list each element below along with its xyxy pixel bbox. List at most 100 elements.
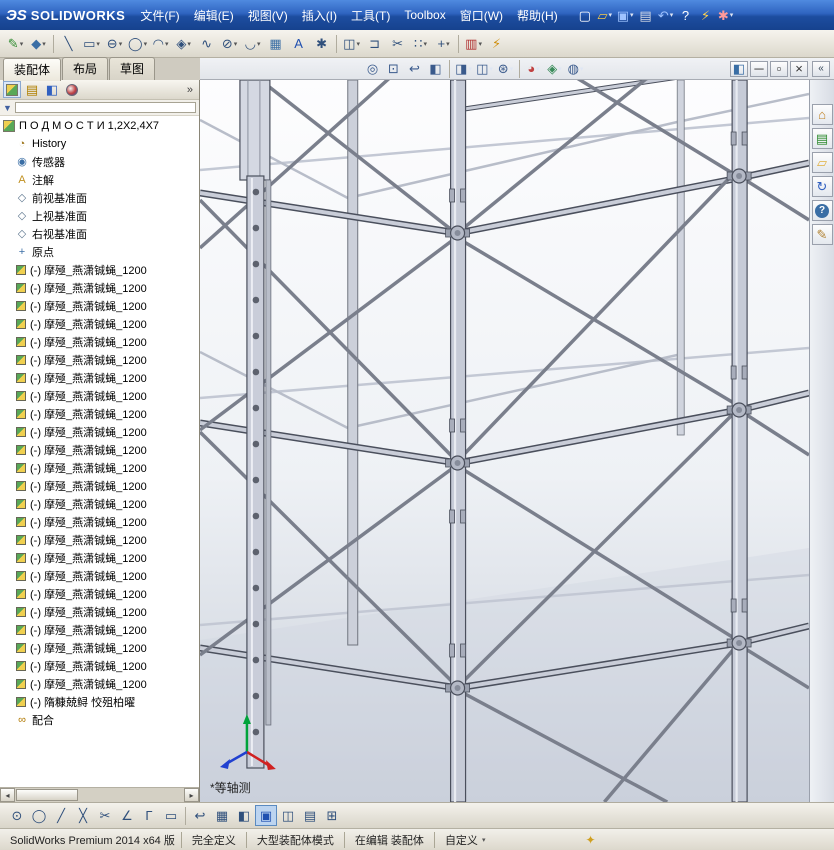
circle-tool-icon[interactable]: ◯: [28, 805, 50, 826]
menubar-item[interactable]: Toolbox: [397, 5, 452, 25]
angle-tool-icon[interactable]: ∠: [116, 805, 138, 826]
tree-component-15[interactable]: (-) 摩殛_燕潇铖蝇_1200: [0, 531, 199, 549]
dropdown-arrow-icon[interactable]: ▾: [187, 40, 191, 48]
slot-icon[interactable]: ⊖ ▾: [103, 32, 126, 55]
tree-item-sensors[interactable]: ◉ 传感器: [0, 153, 199, 171]
dropdown-arrow-icon[interactable]: ▾: [446, 40, 450, 48]
propertymanager-tab-icon[interactable]: ▤: [23, 81, 41, 98]
menubar-item[interactable]: 窗口(W): [453, 4, 510, 27]
help-icon[interactable]: ?: [676, 5, 696, 25]
rebuild-icon[interactable]: ⚡: [696, 5, 716, 25]
assembly-3d-view[interactable]: [200, 80, 809, 802]
configurationmanager-tab-icon[interactable]: ◧: [43, 81, 61, 98]
spline-icon[interactable]: ∿: [195, 32, 218, 55]
grid-icon[interactable]: ▦: [211, 805, 233, 826]
plane-icon[interactable]: ▦: [264, 32, 287, 55]
view-palette-icon[interactable]: ↻: [811, 176, 833, 197]
smart-dimension-icon[interactable]: ◆ ▾: [27, 32, 50, 55]
tree-component-24[interactable]: (-) 隋糠兢鲟 恔殂柏曜: [0, 693, 199, 711]
tree-component-6[interactable]: (-) 摩殛_燕潇铖蝇_1200: [0, 369, 199, 387]
tree-component-17[interactable]: (-) 摩殛_燕潇铖蝇_1200: [0, 567, 199, 585]
tree-component-22[interactable]: (-) 摩殛_燕潇铖蝇_1200: [0, 657, 199, 675]
dropdown-arrow-icon[interactable]: ▾: [42, 40, 46, 48]
view-orientation-icon[interactable]: ◨ ▾: [453, 59, 474, 78]
toolbox-icon[interactable]: ▥ ▾: [462, 32, 485, 55]
edit-appearance-icon[interactable]: ◕ ▾: [523, 59, 544, 78]
tree-component-21[interactable]: (-) 摩殛_燕潇铖蝇_1200: [0, 639, 199, 657]
open-icon[interactable]: ▱ ▾: [595, 5, 615, 25]
dropdown-arrow-icon[interactable]: ▾: [580, 65, 584, 73]
display-pane-icon[interactable]: ◧: [730, 60, 748, 77]
statusbar-custom-dropdown[interactable]: 自定义 ▾: [433, 831, 496, 848]
previous-view-icon[interactable]: ↩: [404, 59, 425, 78]
four-view-button[interactable]: ⊞: [321, 805, 343, 826]
shaded-view-icon[interactable]: ◧: [233, 805, 255, 826]
right-post[interactable]: [731, 80, 748, 802]
tree-component-11[interactable]: (-) 摩殛_燕潇铖蝇_1200: [0, 459, 199, 477]
tree-component-10[interactable]: (-) 摩殛_燕潇铖蝇_1200: [0, 441, 199, 459]
file-explorer-icon[interactable]: ▱: [811, 152, 833, 173]
menubar-item[interactable]: 帮助(H): [510, 4, 565, 27]
new-document-icon[interactable]: ▢: [575, 5, 595, 25]
dropdown-arrow-icon[interactable]: ▾: [257, 40, 261, 48]
undo-icon[interactable]: ↶ ▾: [656, 5, 676, 25]
featuremanager-tab-icon[interactable]: [3, 81, 21, 98]
linear-pattern-icon[interactable]: ∷ ▾: [409, 32, 432, 55]
dropdown-arrow-icon[interactable]: ▾: [730, 11, 734, 19]
dropdown-arrow-icon[interactable]: ▾: [670, 11, 674, 19]
panel-tab-布局[interactable]: 布局: [62, 57, 109, 80]
tree-component-7[interactable]: (-) 摩殛_燕潇铖蝇_1200: [0, 387, 199, 405]
sketch-icon[interactable]: ✎ ▾: [4, 32, 27, 55]
single-view-button[interactable]: ▣: [255, 805, 277, 826]
mirror-entities-icon[interactable]: ◫ ▾: [340, 32, 363, 55]
tree-root[interactable]: П О Д М О С Т И 1,2X2,4X7: [0, 117, 199, 135]
line-icon[interactable]: ╲: [57, 32, 80, 55]
tree-component-0[interactable]: (-) 摩殛_燕潇铖蝇_1200: [0, 261, 199, 279]
dropdown-arrow-icon[interactable]: ▾: [468, 65, 472, 73]
tree-item-right-plane[interactable]: ◇ 右视基准面: [0, 225, 199, 243]
zoom-to-fit-icon[interactable]: ◎: [362, 59, 383, 78]
dropdown-arrow-icon[interactable]: ▾: [558, 65, 562, 73]
scrollbar-thumb[interactable]: [16, 789, 78, 801]
tree-component-18[interactable]: (-) 摩殛_燕潇铖蝇_1200: [0, 585, 199, 603]
document-restore-button[interactable]: ▫: [770, 60, 788, 77]
tree-mates[interactable]: ∞ 配合: [0, 711, 199, 729]
design-library-icon[interactable]: ▤: [811, 128, 833, 149]
trim-entities-icon[interactable]: ✂: [386, 32, 409, 55]
fillet-icon[interactable]: ◡ ▾: [241, 32, 264, 55]
move-entities-icon[interactable]: + ▾: [432, 32, 455, 55]
print-icon[interactable]: ▤: [636, 5, 656, 25]
dropdown-arrow-icon[interactable]: ▾: [234, 40, 238, 48]
rect-tool-icon[interactable]: ▭: [160, 805, 182, 826]
point-icon[interactable]: ✱: [310, 32, 333, 55]
dropdown-arrow-icon[interactable]: ▾: [536, 65, 540, 73]
appearances-scenes-icon[interactable]: ?: [811, 200, 833, 221]
displaymanager-tab-icon[interactable]: [63, 81, 81, 98]
tree-component-1[interactable]: (-) 摩殛_燕潇铖蝇_1200: [0, 279, 199, 297]
rectangle-icon[interactable]: ▭ ▾: [80, 32, 103, 55]
panel-tab-草图[interactable]: 草图: [109, 57, 156, 80]
exit-sketch-icon[interactable]: ↩: [189, 805, 211, 826]
two-view-button[interactable]: ◫: [277, 805, 299, 826]
custom-properties-icon[interactable]: ✎: [811, 224, 833, 245]
tree-component-3[interactable]: (-) 摩殛_燕潇铖蝇_1200: [0, 315, 199, 333]
tree-component-14[interactable]: (-) 摩殛_燕潇铖蝇_1200: [0, 513, 199, 531]
tree-item-top-plane[interactable]: ◇ 上视基准面: [0, 207, 199, 225]
corner-tool-icon[interactable]: Γ: [138, 805, 160, 826]
document-close-button[interactable]: ×: [790, 60, 808, 77]
dropdown-arrow-icon[interactable]: ▾: [165, 40, 169, 48]
trim-tool-icon[interactable]: ✂: [94, 805, 116, 826]
save-icon[interactable]: ▣ ▾: [615, 5, 636, 25]
tree-filter-input[interactable]: [14, 102, 196, 113]
filter-funnel-icon[interactable]: ▼: [3, 103, 12, 113]
view-settings-icon[interactable]: ◍ ▾: [565, 59, 586, 78]
display-style-icon[interactable]: ◫ ▾: [474, 59, 495, 78]
dropdown-arrow-icon[interactable]: ▾: [20, 40, 24, 48]
options-icon[interactable]: ✱ ▾: [716, 5, 736, 25]
apply-scene-icon[interactable]: ◈ ▾: [544, 59, 565, 78]
tree-component-5[interactable]: (-) 摩殛_燕潇铖蝇_1200: [0, 351, 199, 369]
dropdown-arrow-icon[interactable]: ▾: [630, 11, 634, 19]
horizontal-split-view-button[interactable]: ▤: [299, 805, 321, 826]
scrollbar-track[interactable]: [15, 788, 184, 802]
point-tool-icon[interactable]: ⊙: [6, 805, 28, 826]
